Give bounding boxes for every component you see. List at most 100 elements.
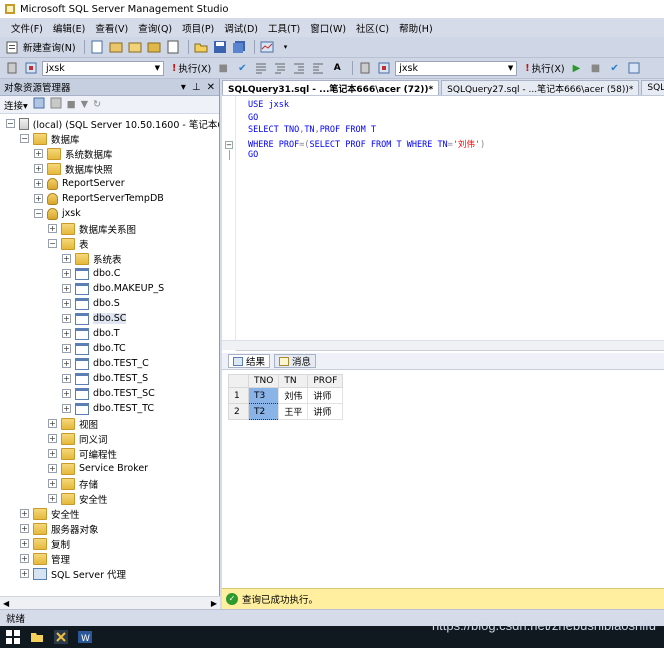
pin-icon[interactable]: ⊥ <box>192 82 201 93</box>
change-connection-icon-2[interactable] <box>376 60 392 76</box>
menu-item[interactable]: 调试(D) <box>219 21 263 35</box>
expand-icon[interactable]: + <box>48 479 57 488</box>
query-editor[interactable]: − USE jxsk GO SELECT TNO,TN,PROF FROM T WHE… <box>222 96 664 351</box>
tree-node[interactable]: + 可编程性 <box>0 446 219 461</box>
tree-node[interactable]: − 表 <box>0 236 219 251</box>
tree-node[interactable]: + dbo.MAKEUP_S <box>0 281 219 296</box>
horizontal-scrollbar[interactable]: ◀ ▶ <box>0 596 220 609</box>
table-cell[interactable]: 刘伟 <box>278 387 309 404</box>
tree-node[interactable]: + dbo.TEST_S <box>0 371 219 386</box>
menu-item[interactable]: 帮助(H) <box>394 21 438 35</box>
expand-icon[interactable]: + <box>62 314 71 323</box>
refresh-icon[interactable]: ↻ <box>93 99 101 110</box>
expand-icon[interactable]: + <box>62 389 71 398</box>
tree-node[interactable]: + dbo.TEST_SC <box>0 386 219 401</box>
close-icon[interactable]: ✕ <box>207 82 215 93</box>
table-row[interactable]: 2 T2 王平 讲师 <box>228 403 344 420</box>
database-select-right[interactable]: jxsk ▼ <box>395 60 518 76</box>
expand-icon[interactable]: + <box>34 149 43 158</box>
expand-icon[interactable]: + <box>48 449 57 458</box>
save-icon[interactable] <box>212 39 228 55</box>
new-query-button[interactable]: 新建查询(N) <box>4 39 76 55</box>
ssms-taskbar-icon[interactable] <box>54 630 68 644</box>
tree-node[interactable]: + 复制 <box>0 536 219 551</box>
menu-item[interactable]: 编辑(E) <box>48 21 90 35</box>
expand-icon[interactable]: + <box>20 539 29 548</box>
fold-toggle-icon[interactable]: − <box>225 141 233 149</box>
filter-icon[interactable]: ▼ <box>81 99 88 110</box>
tree-node[interactable]: + 存储 <box>0 476 219 491</box>
expand-icon[interactable]: + <box>62 344 71 353</box>
expand-icon[interactable]: + <box>20 524 29 533</box>
stop-icon[interactable]: ■ <box>67 99 76 110</box>
tree-node[interactable]: − jxsk <box>0 206 219 221</box>
tree-node[interactable]: + 数据库关系图 <box>0 221 219 236</box>
tree-node[interactable]: + dbo.TC <box>0 341 219 356</box>
expand-icon[interactable]: + <box>20 509 29 518</box>
table-row[interactable]: 1 T3 刘伟 讲师 <box>228 387 344 404</box>
collapse-icon[interactable]: − <box>20 134 29 143</box>
table-cell[interactable]: 王平 <box>278 403 309 420</box>
expand-icon[interactable]: + <box>34 179 43 188</box>
toolbar-overflow-icon[interactable]: ▾ <box>278 39 294 55</box>
table-cell[interactable]: 讲师 <box>307 387 344 404</box>
results-tab[interactable]: 结果 <box>228 354 271 368</box>
expand-icon[interactable]: + <box>62 284 71 293</box>
tree-node[interactable]: + dbo.TEST_TC <box>0 401 219 416</box>
row-number[interactable]: 2 <box>228 403 249 420</box>
expand-icon[interactable]: + <box>62 269 71 278</box>
expand-icon[interactable]: + <box>48 494 57 503</box>
execute-button-left[interactable]: ! 执行(X) <box>172 61 211 76</box>
cancel-query-icon[interactable]: ■ <box>215 60 231 76</box>
menu-item[interactable]: 项目(P) <box>177 21 219 35</box>
collapse-icon[interactable]: − <box>6 119 15 128</box>
dmx-query-icon[interactable] <box>146 39 162 55</box>
tree-node[interactable]: + dbo.C <box>0 266 219 281</box>
tree-node[interactable]: + 视图 <box>0 416 219 431</box>
word-icon[interactable]: W <box>78 630 92 644</box>
specify-values-icon[interactable]: A <box>329 60 345 76</box>
tree-node[interactable]: + 安全性 <box>0 491 219 506</box>
tree-node[interactable]: + ReportServerTempDB <box>0 191 219 206</box>
expand-icon[interactable]: + <box>62 329 71 338</box>
document-tab[interactable]: SQLQuery2 <box>641 80 664 95</box>
editor-horizontal-scrollbar[interactable] <box>222 340 664 350</box>
table-cell[interactable]: T2 <box>247 403 280 420</box>
change-connection-icon[interactable] <box>23 60 39 76</box>
expand-icon[interactable]: + <box>48 434 57 443</box>
tree-node[interactable]: + 数据库快照 <box>0 161 219 176</box>
menu-item[interactable]: 查看(V) <box>90 21 133 35</box>
column-header[interactable]: TNO <box>247 374 280 388</box>
connect-icon[interactable] <box>4 60 20 76</box>
row-number[interactable]: 1 <box>228 387 249 404</box>
tree-node[interactable]: + 安全性 <box>0 506 219 521</box>
comment-out-icon[interactable] <box>253 60 269 76</box>
tree-node[interactable]: + 系统数据库 <box>0 146 219 161</box>
tree-node[interactable]: + Service Broker <box>0 461 219 476</box>
file-explorer-icon[interactable] <box>30 630 44 644</box>
tree-node[interactable]: + dbo.T <box>0 326 219 341</box>
save-all-icon[interactable] <box>231 39 247 55</box>
parse-icon-2[interactable]: ✔ <box>607 60 623 76</box>
expand-icon[interactable]: + <box>62 299 71 308</box>
menu-item[interactable]: 窗口(W) <box>305 21 351 35</box>
menu-item[interactable]: 工具(T) <box>263 21 305 35</box>
tree-node[interactable]: + 管理 <box>0 551 219 566</box>
panel-menu-icon[interactable]: ▾ <box>181 82 186 93</box>
expand-icon[interactable]: + <box>34 164 43 173</box>
tree-node[interactable]: + 服务器对象 <box>0 521 219 536</box>
tree-node[interactable]: + ReportServer <box>0 176 219 191</box>
database-select-left[interactable]: jxsk ▼ <box>42 60 164 76</box>
parse-icon[interactable]: ✔ <box>234 60 250 76</box>
tree-node[interactable]: − 数据库 <box>0 131 219 146</box>
column-header[interactable]: PROF <box>307 374 344 388</box>
expand-icon[interactable]: + <box>62 404 71 413</box>
tree-node[interactable]: + 系统表 <box>0 251 219 266</box>
collapse-icon[interactable]: − <box>34 209 43 218</box>
expand-icon[interactable]: + <box>20 569 29 578</box>
tree-node[interactable]: + dbo.S <box>0 296 219 311</box>
messages-tab[interactable]: 消息 <box>274 354 317 368</box>
table-cell[interactable]: 讲师 <box>307 403 344 420</box>
document-tab[interactable]: SQLQuery27.sql - ...笔记本666\acer (58))* <box>441 80 640 95</box>
tree-node[interactable]: + 同义词 <box>0 431 219 446</box>
